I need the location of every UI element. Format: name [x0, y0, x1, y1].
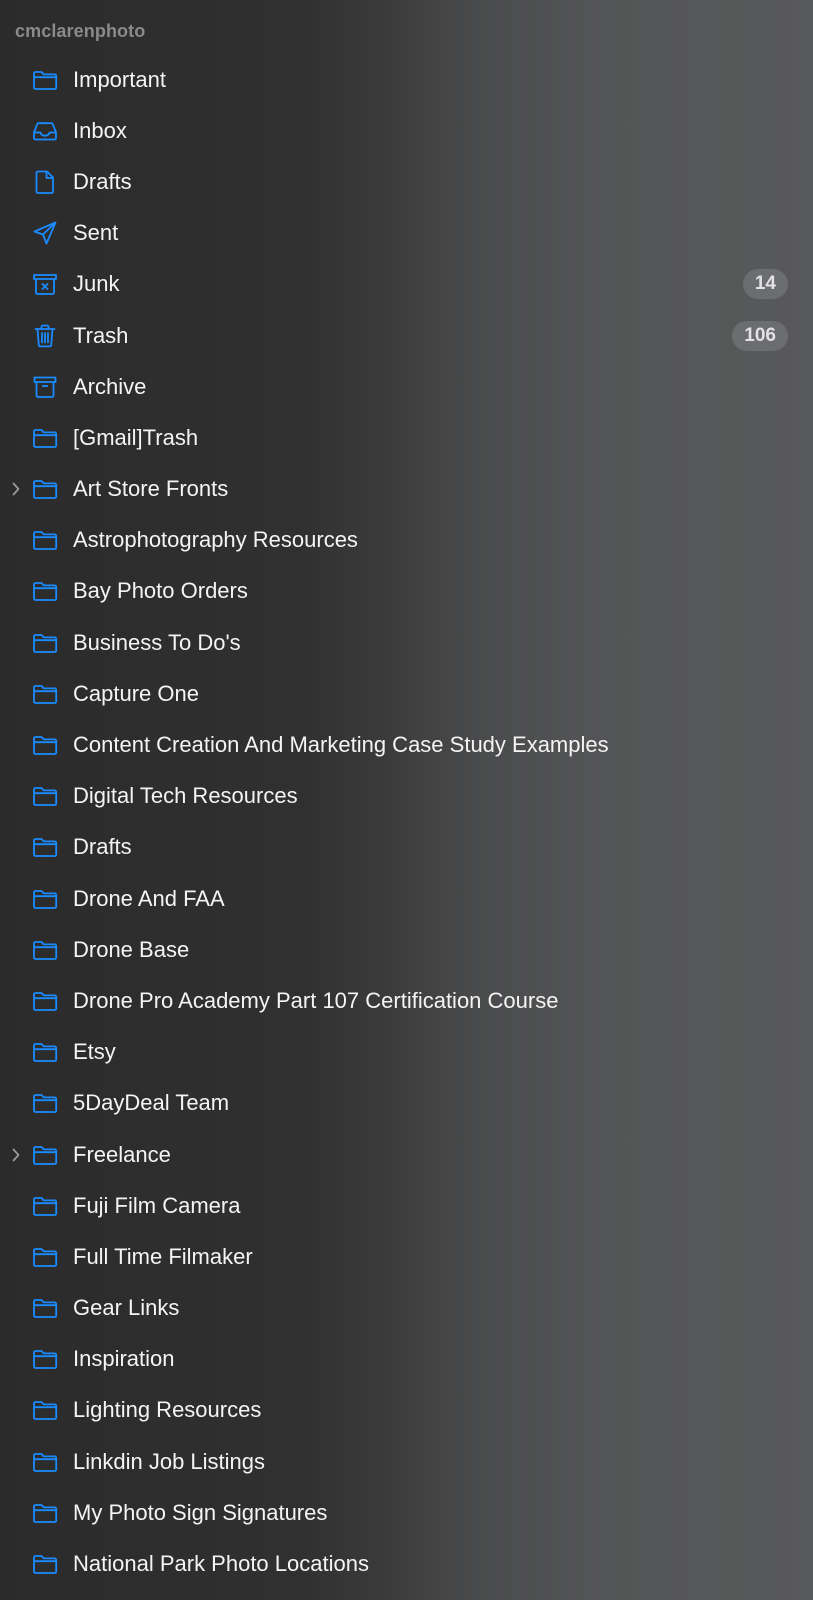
mailbox-label: Linkdin Job Listings: [73, 1448, 266, 1474]
folder-icon: [31, 577, 59, 605]
mailbox-label: Capture One: [73, 680, 199, 706]
mailbox-item[interactable]: National Park Photo Locations: [0, 1538, 813, 1589]
folder-icon: [31, 526, 59, 554]
mailbox-item[interactable]: Fuji Film Camera: [0, 1180, 813, 1231]
mailbox-item[interactable]: Gear Links: [0, 1283, 813, 1334]
mailbox-item[interactable]: Inspiration: [0, 1334, 813, 1385]
mailbox-item[interactable]: Content Creation And Marketing Case Stud…: [0, 719, 813, 770]
mailbox-label: Bay Photo Orders: [73, 578, 248, 604]
mailbox-item[interactable]: Junk 14: [0, 259, 813, 310]
chevron-right-icon[interactable]: [9, 1145, 23, 1165]
mailbox-item[interactable]: Lighting Resources: [0, 1385, 813, 1436]
mailbox-item[interactable]: Astrophotography Resources: [0, 515, 813, 566]
mailbox-label: Inspiration: [73, 1346, 175, 1372]
mailbox-label: Lighting Resources: [73, 1397, 262, 1423]
folder-icon: [31, 1550, 59, 1578]
mailbox-item[interactable]: Drafts: [0, 156, 813, 207]
folder-icon: [31, 475, 59, 503]
folder-icon: [31, 1192, 59, 1220]
mailbox-label: Drafts: [73, 834, 132, 860]
mailbox-label: Full Time Filmaker: [73, 1243, 253, 1269]
folder-icon: [31, 1243, 59, 1271]
folder-icon: [31, 936, 59, 964]
mailbox-item[interactable]: 5DayDeal Team: [0, 1078, 813, 1129]
folder-icon: [31, 1294, 59, 1322]
folder-icon: [31, 833, 59, 861]
mailbox-item[interactable]: Linkdin Job Listings: [0, 1436, 813, 1487]
mailbox-item[interactable]: My Photo Sign Signatures: [0, 1487, 813, 1538]
mailbox-item[interactable]: Important: [0, 54, 813, 105]
mailbox-label: [Gmail]Trash: [73, 424, 199, 450]
mailbox-label: Junk: [73, 271, 120, 297]
mailbox-item[interactable]: [Gmail]Trash: [0, 412, 813, 463]
mailbox-label: My Photo Sign Signatures: [73, 1499, 328, 1525]
folder-icon: [31, 1448, 59, 1476]
chevron-right-icon[interactable]: [9, 479, 23, 499]
junk-box-icon: [31, 270, 59, 298]
mailbox-label: Content Creation And Marketing Case Stud…: [73, 732, 609, 758]
mailbox-label: Etsy: [73, 1039, 116, 1065]
mailbox-label: Trash: [73, 322, 129, 348]
folder-icon: [31, 424, 59, 452]
mailbox-label: Drone And FAA: [73, 885, 225, 911]
mailbox-item[interactable]: Art Store Fronts: [0, 464, 813, 515]
mailbox-label: Fuji Film Camera: [73, 1192, 241, 1218]
mailbox-label: 5DayDeal Team: [73, 1090, 230, 1116]
mailbox-item[interactable]: Business To Do's: [0, 617, 813, 668]
unread-count-badge: 106: [732, 320, 788, 351]
mailbox-item[interactable]: Archive: [0, 361, 813, 412]
mailbox-label: Digital Tech Resources: [73, 783, 298, 809]
folder-icon: [31, 987, 59, 1015]
mailbox-item[interactable]: Etsy: [0, 1027, 813, 1078]
mailbox-item[interactable]: Capture One: [0, 668, 813, 719]
folder-icon: [31, 629, 59, 657]
mailbox-item[interactable]: Sent: [0, 208, 813, 259]
mailbox-item[interactable]: Freelance: [0, 1129, 813, 1180]
folder-icon: [31, 1089, 59, 1117]
mailbox-item[interactable]: Digital Tech Resources: [0, 771, 813, 822]
mailbox-label: Important: [73, 66, 166, 92]
mailbox-label: Drafts: [73, 168, 132, 194]
folder-icon: [31, 731, 59, 759]
folder-icon: [31, 1345, 59, 1373]
mailbox-label: Freelance: [73, 1141, 171, 1167]
mailbox-label: Art Store Fronts: [73, 476, 229, 502]
folder-icon: [31, 1499, 59, 1527]
folder-icon: [31, 1038, 59, 1066]
mailbox-item[interactable]: Drone Pro Academy Part 107 Certification…: [0, 975, 813, 1026]
trash-icon: [31, 322, 59, 350]
folder-icon: [31, 885, 59, 913]
document-icon: [31, 168, 59, 196]
mailbox-label: National Park Photo Locations: [73, 1551, 369, 1577]
mailbox-item[interactable]: Bay Photo Orders: [0, 566, 813, 617]
mailbox-label: Archive: [73, 373, 147, 399]
account-header[interactable]: cmclarenphoto: [15, 21, 145, 42]
mailbox-label: Inbox: [73, 117, 127, 143]
paper-plane-icon: [31, 219, 59, 247]
folder-icon: [31, 782, 59, 810]
folder-icon: [31, 680, 59, 708]
mailbox-item[interactable]: Drafts: [0, 822, 813, 873]
mailbox-label: Gear Links: [73, 1295, 180, 1321]
mailbox-label: Sent: [73, 220, 119, 246]
mailbox-label: Astrophotography Resources: [73, 527, 358, 553]
folder-icon: [31, 1396, 59, 1424]
mailbox-label: Drone Base: [73, 936, 190, 962]
mailbox-list: Important Inbox Drafts Sent Junk 14 Trash 106 Ar…: [0, 54, 813, 1590]
archive-box-icon: [31, 373, 59, 401]
folder-icon: [31, 66, 59, 94]
mailbox-item[interactable]: Trash 106: [0, 310, 813, 361]
mailbox-label: Drone Pro Academy Part 107 Certification…: [73, 987, 559, 1013]
mailbox-item[interactable]: Full Time Filmaker: [0, 1231, 813, 1282]
mailbox-label: Business To Do's: [73, 629, 241, 655]
mailbox-item[interactable]: Inbox: [0, 105, 813, 156]
mailbox-item[interactable]: Drone And FAA: [0, 873, 813, 924]
inbox-tray-icon: [31, 117, 59, 145]
mailbox-item[interactable]: Drone Base: [0, 924, 813, 975]
unread-count-badge: 14: [742, 269, 788, 300]
folder-icon: [31, 1141, 59, 1169]
